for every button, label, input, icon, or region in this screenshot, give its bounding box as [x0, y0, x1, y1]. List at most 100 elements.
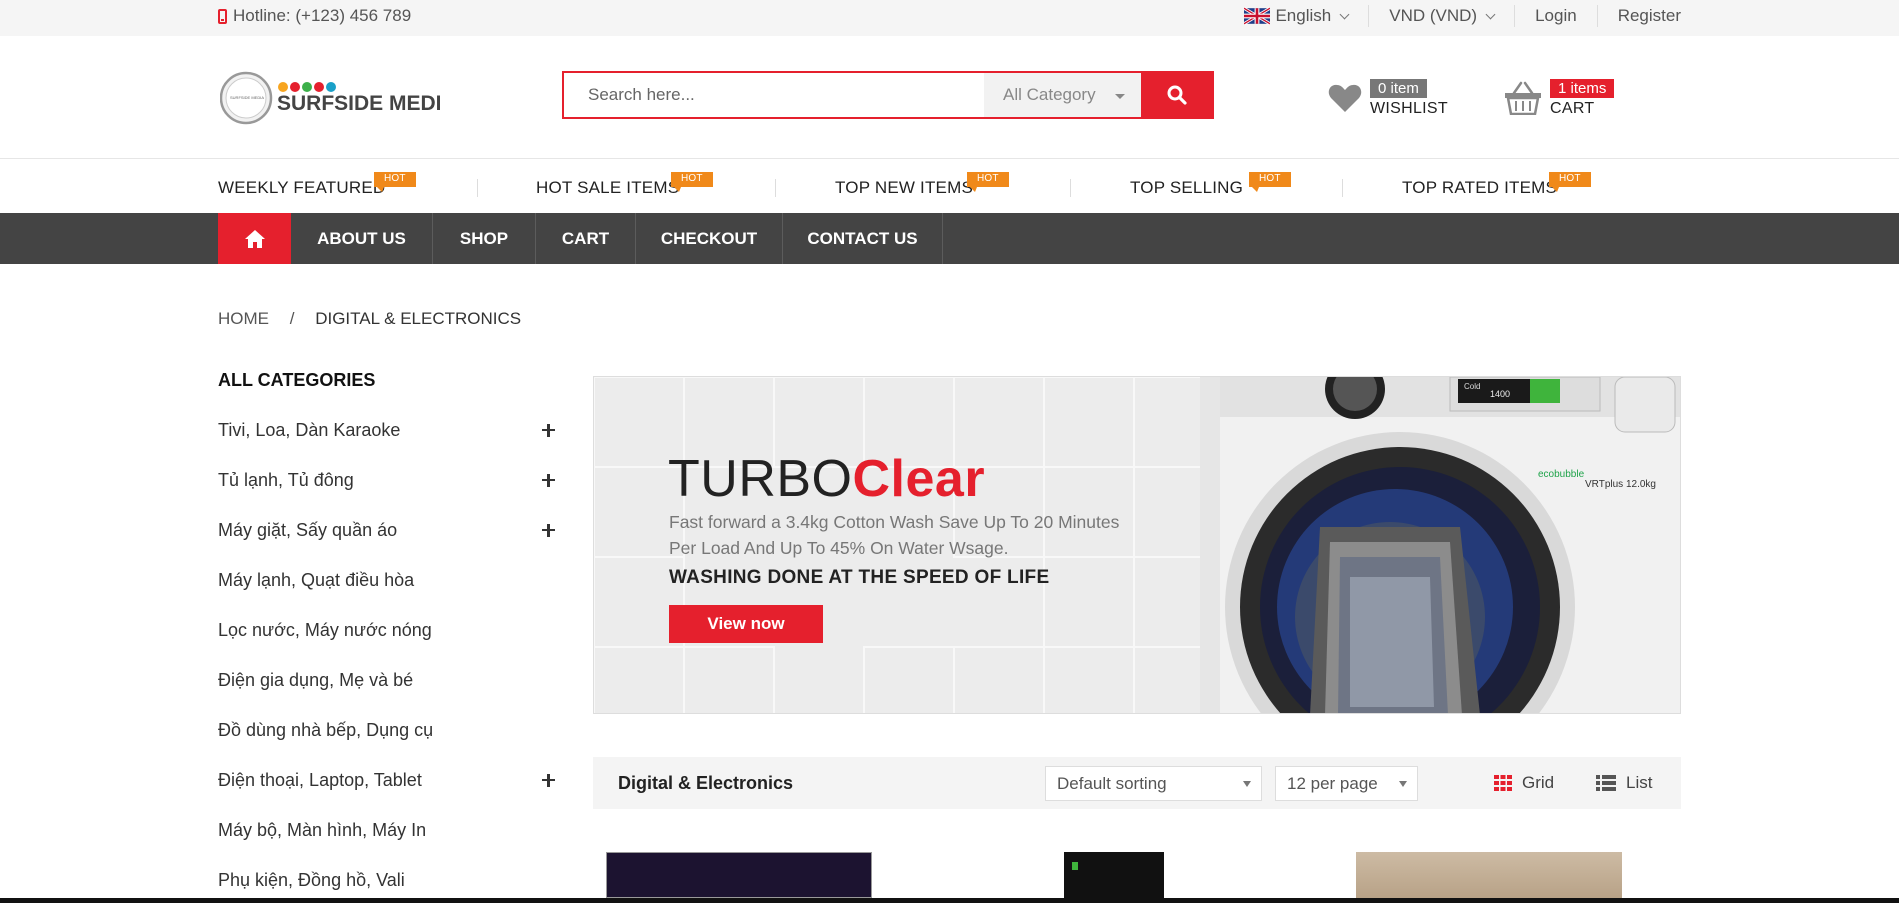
- category-item[interactable]: Phụ kiện, Đồng hồ, Vali: [218, 855, 560, 903]
- site-header: SURFSIDE MEDIA SURFSIDE MEDIA All Catego…: [0, 36, 1899, 159]
- list-label: List: [1626, 773, 1653, 792]
- category-item[interactable]: Máy giặt, Sấy quần áo: [218, 505, 560, 555]
- category-item[interactable]: Máy bộ, Màn hình, Máy In: [218, 805, 560, 855]
- category-item[interactable]: Đồ dùng nhà bếp, Dụng cụ: [218, 705, 560, 755]
- cart-link[interactable]: 1 items CART: [1504, 76, 1615, 120]
- view-now-button[interactable]: View now: [669, 605, 823, 643]
- wishlist-link[interactable]: 0 item WISHLIST: [1328, 76, 1448, 120]
- currency-selector[interactable]: VND (VND): [1368, 5, 1514, 27]
- caret-down-icon: [1243, 781, 1251, 787]
- washing-machine-image: Cold 1400 ecobubble VRTplus 12.0kg: [1200, 377, 1680, 713]
- shop-toolbar: Digital & Electronics Default sorting 12…: [593, 757, 1681, 809]
- nav-contact-us[interactable]: CONTACT US: [783, 213, 943, 264]
- washer-display-readout: 1400: [1490, 389, 1510, 399]
- hot-badge: HOT: [1549, 172, 1591, 192]
- grid-label: Grid: [1522, 773, 1555, 792]
- breadcrumb-home[interactable]: HOME: [218, 309, 269, 328]
- plus-icon[interactable]: [542, 523, 555, 537]
- wishlist-count: 0 item: [1370, 78, 1427, 98]
- main-nav: ABOUT US SHOP CART CHECKOUT CONTACT US: [0, 213, 1899, 264]
- sort-select[interactable]: Default sorting: [1045, 766, 1262, 801]
- search-form: All Category: [562, 71, 1214, 119]
- wishlist-label: WISHLIST: [1370, 99, 1448, 117]
- hot-badge: HOT: [671, 172, 713, 192]
- hot-divider: [1070, 179, 1071, 197]
- nav-cart[interactable]: CART: [536, 213, 636, 264]
- search-input[interactable]: [564, 73, 984, 117]
- product-thumbnail-tv[interactable]: [606, 852, 872, 898]
- hotline-text: Hotline: (+123) 456 789: [233, 6, 412, 25]
- nav-about-us[interactable]: ABOUT US: [291, 213, 433, 264]
- washer-display-mode: Cold: [1464, 382, 1480, 391]
- banner-title: TURBOClear: [668, 449, 985, 509]
- banner-title-bold: Clear: [852, 450, 986, 508]
- top-bar-links: English VND (VND) Login Register: [1224, 0, 1681, 32]
- category-list: Tivi, Loa, Dàn Karaoke Tủ lạnh, Tủ đông …: [218, 405, 560, 903]
- washer-brand: ecobubble: [1538, 469, 1585, 480]
- site-logo[interactable]: SURFSIDE MEDIA SURFSIDE MEDIA: [219, 68, 457, 128]
- hot-link-top-selling[interactable]: TOP SELLING HOT: [1130, 172, 1291, 198]
- hot-link-label: WEEKLY FEATURED: [218, 178, 386, 197]
- per-page-select[interactable]: 12 per page: [1275, 766, 1418, 801]
- category-label: Điện gia dụng, Mẹ và bé: [218, 669, 414, 690]
- hot-link-hot-sale-items[interactable]: HOT SALE ITEMS HOT: [536, 172, 713, 198]
- uk-flag-icon: [1244, 7, 1271, 25]
- home-icon: [244, 229, 265, 248]
- caret-down-icon: [1399, 781, 1407, 787]
- promo-banner[interactable]: Cold 1400 ecobubble VRTplus 12.0kg TURBO…: [593, 376, 1681, 714]
- search-button[interactable]: [1141, 73, 1212, 117]
- banner-tagline: WASHING DONE AT THE SPEED OF LIFE: [669, 567, 1050, 588]
- hot-badge: HOT: [1249, 172, 1291, 192]
- search-category-select[interactable]: All Category: [984, 73, 1141, 117]
- fridge-indicator: [1072, 862, 1078, 870]
- category-item[interactable]: Điện gia dụng, Mẹ và bé: [218, 655, 560, 705]
- nav-shop[interactable]: SHOP: [433, 213, 536, 264]
- currency-label: VND (VND): [1389, 6, 1478, 25]
- category-item[interactable]: Điện thoại, Laptop, Tablet: [218, 755, 560, 805]
- banner-desc-line: Per Load And Up To 45% On Water Wsage.: [669, 538, 1009, 558]
- hot-link-label: TOP SELLING: [1130, 178, 1244, 197]
- category-item[interactable]: Tủ lạnh, Tủ đông: [218, 455, 560, 505]
- nav-home-button[interactable]: [218, 213, 291, 264]
- heart-icon: [1328, 84, 1362, 112]
- category-item[interactable]: Máy lạnh, Quạt điều hòa: [218, 555, 560, 605]
- category-label: Tivi, Loa, Dàn Karaoke: [218, 419, 401, 440]
- per-page-selected: 12 per page: [1287, 773, 1378, 793]
- breadcrumb: HOME / DIGITAL & ELECTRONICS: [218, 309, 521, 329]
- category-label: Đồ dùng nhà bếp, Dụng cụ: [218, 719, 434, 740]
- hot-link-label: HOT SALE ITEMS: [536, 178, 680, 197]
- caret-down-icon: [1115, 94, 1125, 99]
- washer-model: VRTplus 12.0kg: [1585, 479, 1656, 490]
- register-link[interactable]: Register: [1596, 5, 1681, 27]
- grid-view-toggle[interactable]: Grid: [1494, 770, 1554, 796]
- hot-divider: [775, 179, 776, 197]
- category-item[interactable]: Tivi, Loa, Dàn Karaoke: [218, 405, 560, 455]
- nav-checkout[interactable]: CHECKOUT: [636, 213, 783, 264]
- hot-badge: HOT: [967, 172, 1009, 192]
- hot-badge: HOT: [374, 172, 416, 192]
- product-thumbnail-fridge[interactable]: [1064, 852, 1164, 898]
- language-selector[interactable]: English: [1224, 5, 1368, 27]
- login-link[interactable]: Login: [1514, 5, 1597, 27]
- breadcrumb-separator: /: [289, 309, 295, 328]
- plus-icon[interactable]: [542, 473, 555, 487]
- chevron-down-icon: [1339, 9, 1350, 19]
- list-icon: [1596, 775, 1616, 791]
- product-thumbnail-appliance[interactable]: [1356, 852, 1622, 898]
- plus-icon[interactable]: [542, 423, 555, 437]
- list-view-toggle[interactable]: List: [1596, 770, 1652, 796]
- hot-link-weekly-featured[interactable]: WEEKLY FEATURED HOT: [218, 172, 416, 198]
- category-label: Tủ lạnh, Tủ đông: [218, 469, 354, 490]
- hot-divider: [1342, 179, 1343, 197]
- plus-icon[interactable]: [542, 773, 555, 787]
- hot-divider: [477, 179, 478, 197]
- hot-link-top-rated-items[interactable]: TOP RATED ITEMS HOT: [1402, 172, 1591, 198]
- hot-links-bar: WEEKLY FEATURED HOT HOT SALE ITEMS HOT T…: [0, 160, 1899, 213]
- hot-link-top-new-items[interactable]: TOP NEW ITEMS HOT: [835, 172, 1009, 198]
- category-label: Máy lạnh, Quạt điều hòa: [218, 569, 415, 590]
- category-item[interactable]: Lọc nước, Máy nước nóng: [218, 605, 560, 655]
- logo-mark: SURFSIDE MEDIA SURFSIDE MEDIA: [219, 71, 457, 125]
- cart-count: 1 items: [1550, 78, 1615, 98]
- banner-desc-line: Fast forward a 3.4kg Cotton Wash Save Up…: [669, 512, 1120, 532]
- basket-icon: [1505, 81, 1541, 115]
